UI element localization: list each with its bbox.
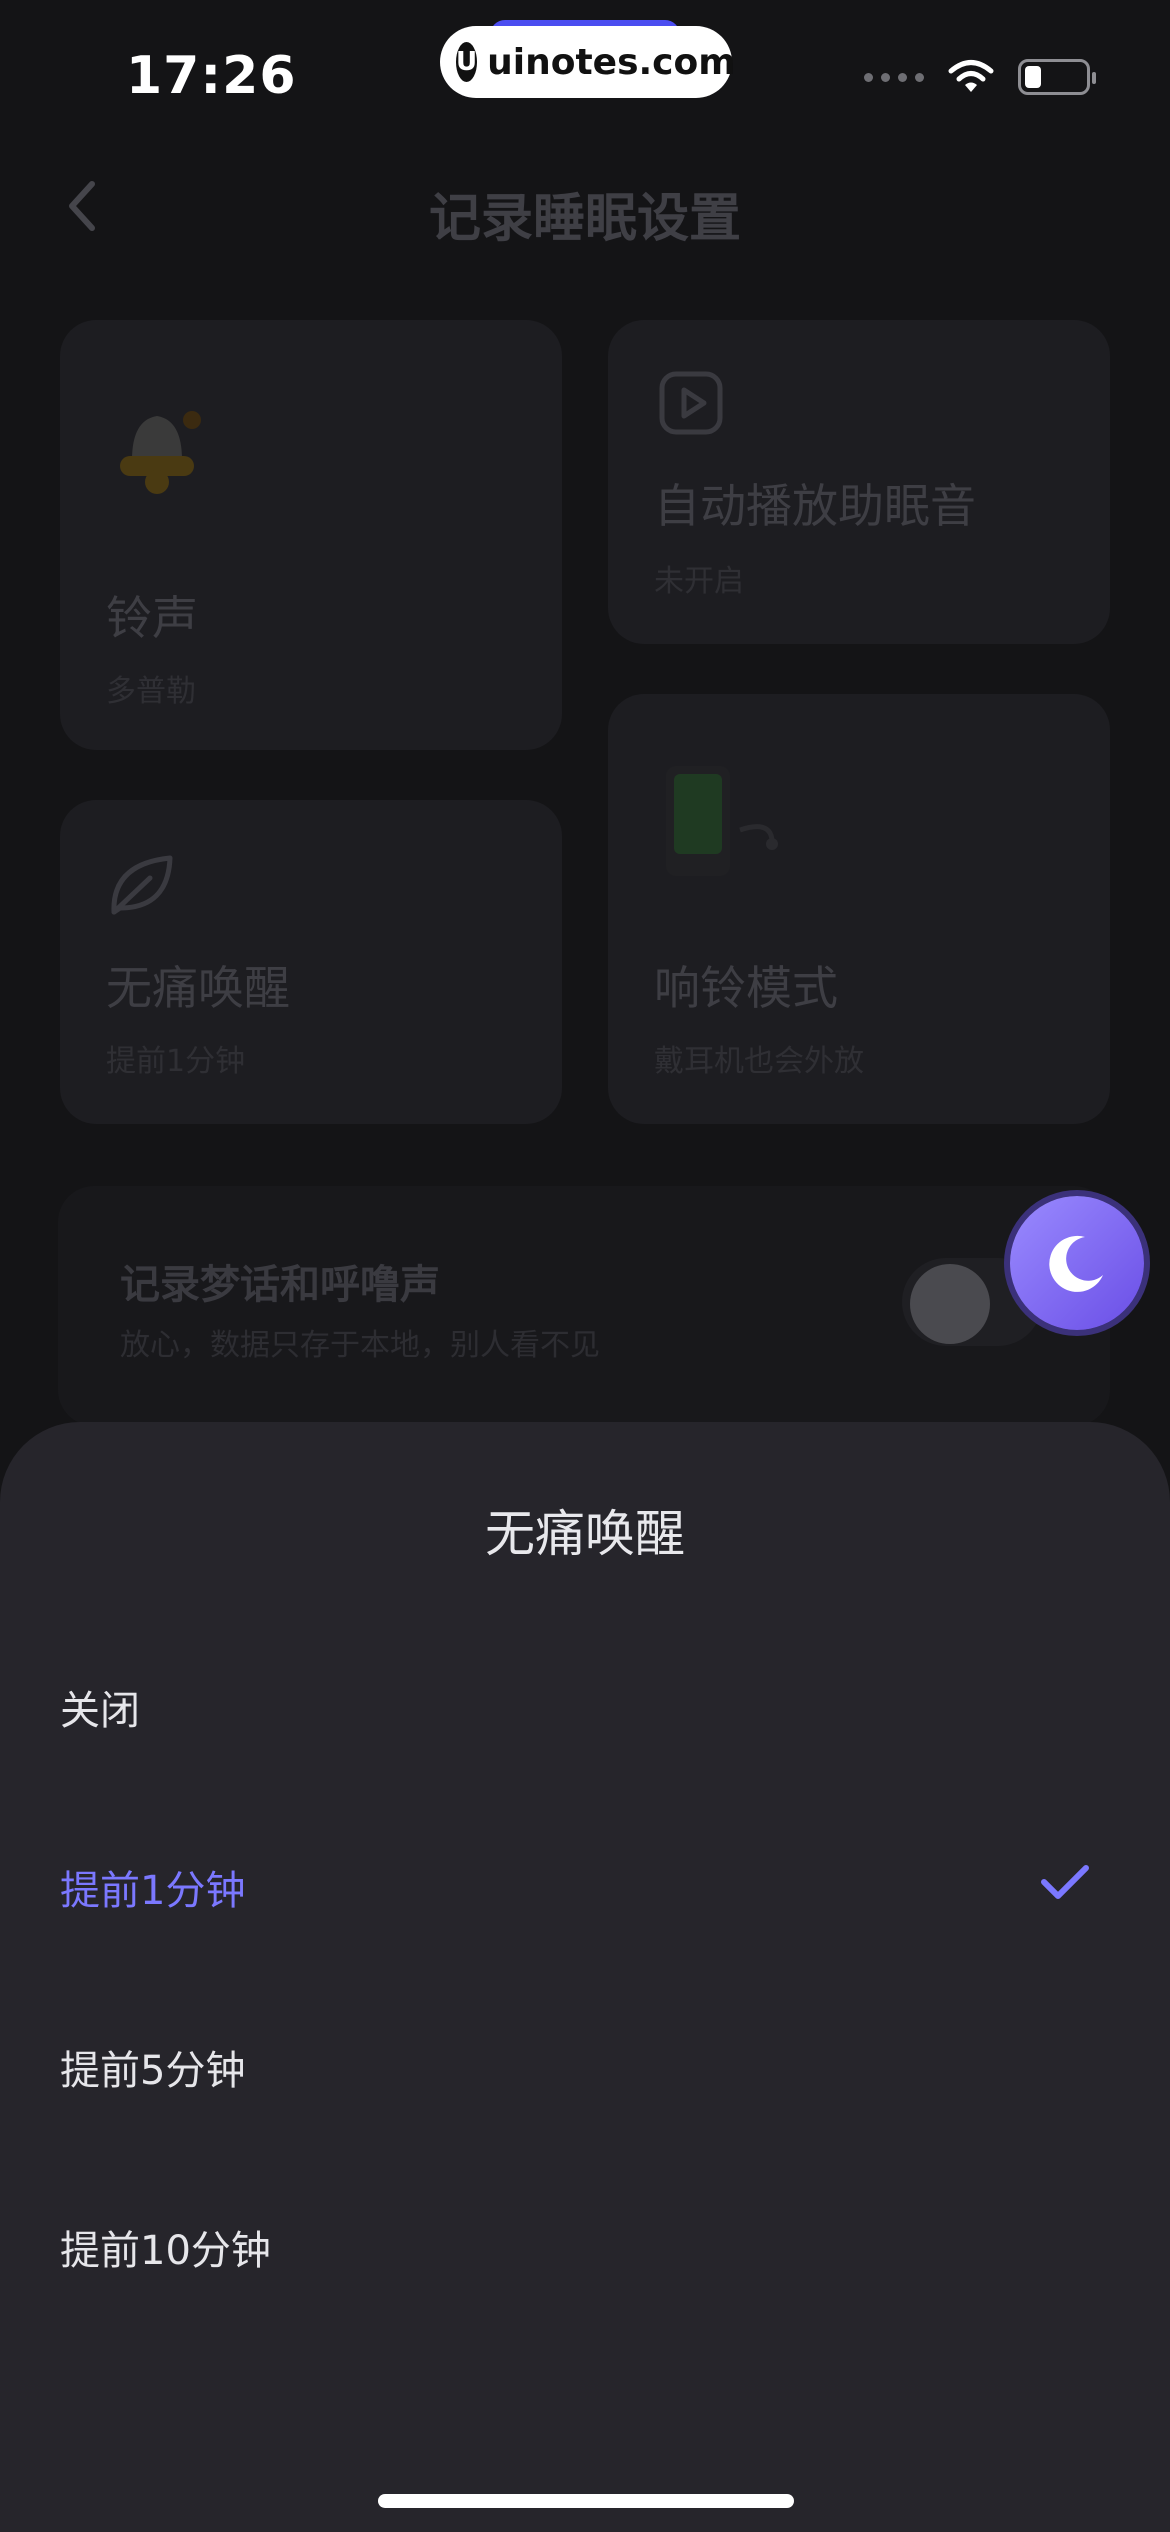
leaf-icon	[111, 855, 173, 915]
status-icons	[864, 58, 1096, 96]
card-subtitle: 未开启	[654, 564, 744, 599]
card-title: 自动播放助眠音	[654, 479, 976, 533]
option-5min[interactable]: 提前5分钟	[60, 2038, 245, 2096]
card-title: 铃声	[106, 591, 198, 645]
moon-icon	[1049, 1235, 1103, 1292]
record-subtitle: 放心，数据只存于本地，别人看不见	[120, 1328, 600, 1363]
ring-mode-card[interactable]: 响铃模式 戴耳机也会外放	[608, 694, 1110, 1124]
check-icon	[1041, 1865, 1089, 1899]
card-title: 无痛唤醒	[106, 961, 290, 1015]
phone-earphone-icon	[666, 766, 778, 876]
option-1min[interactable]: 提前1分钟	[60, 1858, 245, 1916]
ringtone-card[interactable]: 铃声 多普勒	[60, 320, 562, 750]
sleep-mode-button[interactable]	[1010, 1196, 1144, 1330]
page-title: 记录睡眠设置	[428, 189, 741, 249]
wifi-icon	[948, 60, 994, 92]
card-subtitle: 多普勒	[106, 674, 196, 709]
card-title: 响铃模式	[654, 961, 838, 1015]
painless-wake-card[interactable]: 无痛唤醒 提前1分钟	[60, 800, 562, 1124]
battery-icon	[1018, 59, 1096, 95]
status-time: 17:26	[126, 46, 297, 106]
option-off[interactable]: 关闭	[60, 1678, 140, 1736]
watermark-badge: U uinotes.com	[440, 26, 736, 98]
sheet-title: 无痛唤醒	[485, 1505, 685, 1563]
record-title: 记录梦话和呼噜声	[120, 1262, 440, 1308]
signal-dots-icon	[864, 72, 924, 82]
option-10min[interactable]: 提前10分钟	[60, 2218, 271, 2276]
bell-icon	[120, 411, 201, 494]
card-subtitle: 戴耳机也会外放	[654, 1044, 864, 1079]
card-subtitle: 提前1分钟	[106, 1044, 246, 1079]
watermark-logo: U	[456, 42, 478, 82]
auto-play-card[interactable]: 自动播放助眠音 未开启	[608, 320, 1110, 644]
home-indicator	[378, 2494, 794, 2508]
bottom-sheet	[0, 1422, 1170, 2532]
play-icon	[659, 371, 723, 435]
watermark-text: uinotes.com	[487, 41, 736, 83]
